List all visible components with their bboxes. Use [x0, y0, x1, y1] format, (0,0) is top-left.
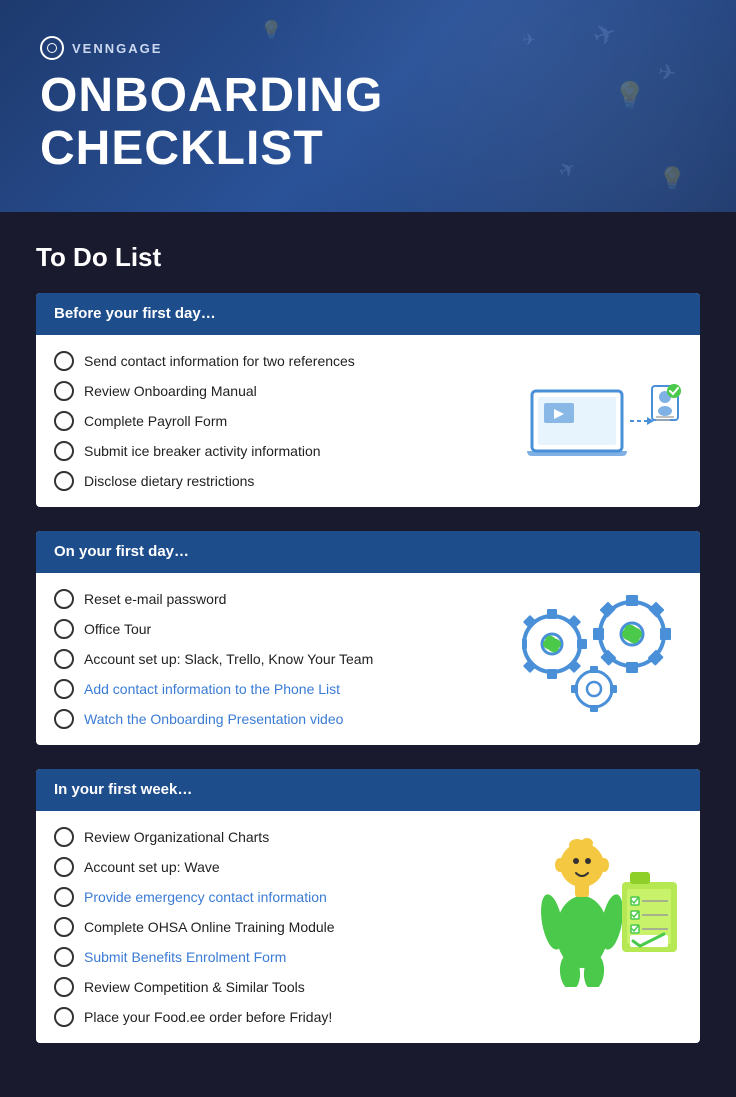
card-header-text-before: Before your first day…	[54, 305, 216, 322]
card-list-firstday: Reset e-mail password Office Tour Accoun…	[54, 589, 512, 729]
list-item: Disclose dietary restrictions	[54, 471, 512, 491]
checkbox-icon[interactable]	[54, 917, 74, 937]
card-first-day: On your first day… Reset e-mail password…	[36, 531, 700, 745]
card-header-text-firstweek: In your first week…	[54, 781, 192, 798]
list-item: Review Competition & Similar Tools	[54, 977, 512, 997]
checkbox-icon[interactable]	[54, 977, 74, 997]
card-header-text-firstday: On your first day…	[54, 543, 189, 560]
checkbox-icon[interactable]	[54, 381, 74, 401]
item-text: Account set up: Slack, Trello, Know Your…	[84, 651, 373, 667]
list-item: Account set up: Slack, Trello, Know Your…	[54, 649, 512, 669]
item-text: Account set up: Wave	[84, 859, 220, 875]
list-item: Submit Benefits Enrolment Form	[54, 947, 512, 967]
card-list-before: Send contact information for two referen…	[54, 351, 512, 491]
list-item: Add contact information to the Phone Lis…	[54, 679, 512, 699]
item-text: Complete Payroll Form	[84, 413, 227, 429]
card-header-firstweek: In your first week…	[36, 769, 700, 811]
checkbox-icon[interactable]	[54, 887, 74, 907]
deco-plane-icon4: ✈	[523, 30, 536, 50]
card-header-firstday: On your first day…	[36, 531, 700, 573]
illustration-before	[522, 351, 682, 481]
checkbox-icon[interactable]	[54, 827, 74, 847]
item-text: Review Organizational Charts	[84, 829, 269, 845]
checkbox-icon[interactable]	[54, 649, 74, 669]
card-first-week: In your first week… Review Organizationa…	[36, 769, 700, 1043]
item-text: Reset e-mail password	[84, 591, 226, 607]
list-item: Reset e-mail password	[54, 589, 512, 609]
checkbox-icon[interactable]	[54, 857, 74, 877]
checkbox-icon[interactable]	[54, 709, 74, 729]
page-header: ✈ ✈ ✈ ✈ 💡 💡 💡 VENNGAGE ONBOARDING CHECKL…	[0, 0, 736, 212]
list-item: Review Organizational Charts	[54, 827, 512, 847]
list-item: Office Tour	[54, 619, 512, 639]
item-text: Place your Food.ee order before Friday!	[84, 1009, 332, 1025]
checkbox-icon[interactable]	[54, 619, 74, 639]
checkbox-icon[interactable]	[54, 441, 74, 461]
onboarding-video-link[interactable]: Watch the Onboarding Presentation video	[84, 711, 343, 727]
deco-plane-icon: ✈	[588, 15, 621, 54]
checkbox-icon[interactable]	[54, 589, 74, 609]
list-item: Provide emergency contact information	[54, 887, 512, 907]
item-text: Review Competition & Similar Tools	[84, 979, 305, 995]
checkbox-icon[interactable]	[54, 679, 74, 699]
checkbox-icon[interactable]	[54, 471, 74, 491]
title-line1: ONBOARDING	[40, 70, 696, 123]
list-item: Complete Payroll Form	[54, 411, 512, 431]
logo-icon	[40, 36, 64, 60]
logo-text: VENNGAGE	[72, 41, 162, 56]
card-before-first-day: Before your first day… Send contact info…	[36, 293, 700, 507]
illustration-firstweek	[522, 827, 682, 987]
illustration-firstday	[522, 589, 682, 719]
list-item: Submit ice breaker activity information	[54, 441, 512, 461]
checkbox-icon[interactable]	[54, 947, 74, 967]
benefits-form-link[interactable]: Submit Benefits Enrolment Form	[84, 949, 286, 965]
card-body-before: Send contact information for two referen…	[36, 335, 700, 507]
page-title: ONBOARDING CHECKLIST	[40, 70, 696, 176]
deco-bulb-icon3: 💡	[260, 20, 282, 41]
list-item: Account set up: Wave	[54, 857, 512, 877]
card-list-firstweek: Review Organizational Charts Account set…	[54, 827, 512, 1027]
card-body-firstweek: Review Organizational Charts Account set…	[36, 811, 700, 1043]
item-text: Submit ice breaker activity information	[84, 443, 321, 459]
list-item: Send contact information for two referen…	[54, 351, 512, 371]
item-text: Office Tour	[84, 621, 151, 637]
checkbox-icon[interactable]	[54, 411, 74, 431]
list-item: Complete OHSA Online Training Module	[54, 917, 512, 937]
item-text: Disclose dietary restrictions	[84, 473, 254, 489]
emergency-contact-link[interactable]: Provide emergency contact information	[84, 889, 327, 905]
card-body-firstday: Reset e-mail password Office Tour Accoun…	[36, 573, 700, 745]
list-item: Watch the Onboarding Presentation video	[54, 709, 512, 729]
checkbox-icon[interactable]	[54, 351, 74, 371]
item-text: Send contact information for two referen…	[84, 353, 355, 369]
list-item: Place your Food.ee order before Friday!	[54, 1007, 512, 1027]
phone-list-link[interactable]: Add contact information to the Phone Lis…	[84, 681, 340, 697]
title-line2: CHECKLIST	[40, 123, 696, 176]
item-text: Review Onboarding Manual	[84, 383, 257, 399]
main-content: To Do List Before your first day… Send c…	[0, 212, 736, 1097]
section-title: To Do List	[36, 242, 700, 273]
card-header-before: Before your first day…	[36, 293, 700, 335]
list-item: Review Onboarding Manual	[54, 381, 512, 401]
item-text: Complete OHSA Online Training Module	[84, 919, 335, 935]
checkbox-icon[interactable]	[54, 1007, 74, 1027]
